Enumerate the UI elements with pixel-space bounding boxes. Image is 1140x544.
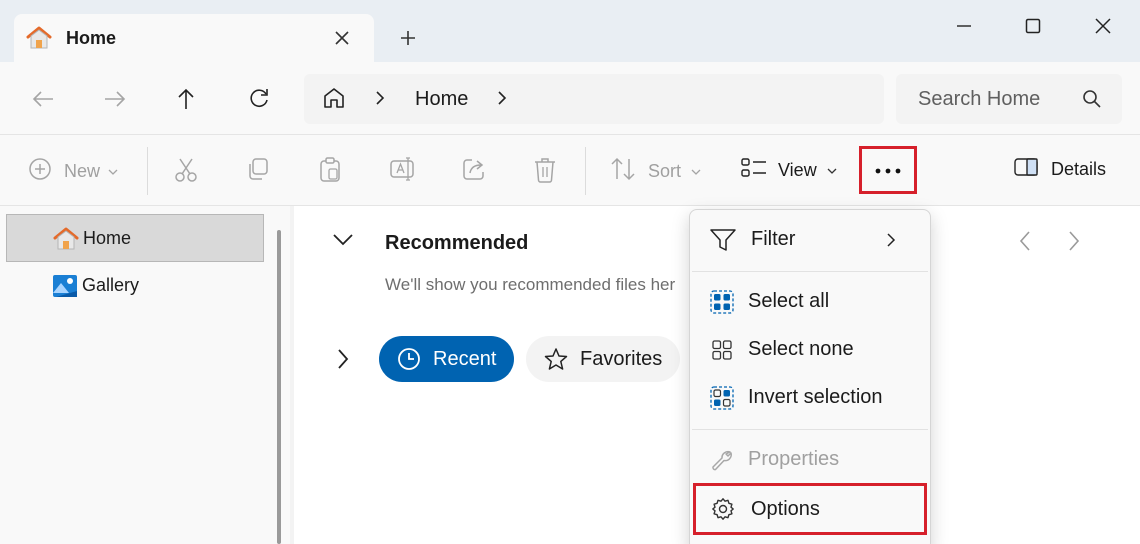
tab-home[interactable]: Home: [14, 14, 374, 62]
address-bar[interactable]: Home: [304, 74, 884, 124]
cut-icon[interactable]: [174, 157, 198, 183]
navigation-pane: Home Gallery: [0, 206, 290, 544]
see-more-menu: Filter Select all Select none Invert sel…: [689, 209, 931, 544]
gear-icon: [711, 497, 735, 526]
filter-icon: [710, 228, 736, 257]
chevron-right-icon: [886, 232, 896, 253]
chevron-down-icon: [108, 163, 118, 181]
chevron-right-icon[interactable]: [374, 89, 386, 112]
see-more-button[interactable]: [859, 146, 917, 194]
sidebar-item-label: Gallery: [82, 275, 140, 295]
sidebar-item-label: Home: [83, 228, 132, 248]
details-label: Details: [1051, 159, 1107, 179]
details-pane-icon: [1014, 157, 1038, 182]
tab-recent[interactable]: Recent: [379, 336, 514, 382]
close-tab-icon[interactable]: [330, 26, 354, 50]
chevron-right-icon[interactable]: [496, 89, 508, 112]
search-icon[interactable]: [1082, 89, 1102, 114]
tab-recent-label: Recent: [433, 347, 497, 370]
breadcrumb-home[interactable]: Home: [415, 88, 468, 111]
menu-item-select-none[interactable]: Select none: [690, 328, 928, 372]
view-button[interactable]: View: [741, 157, 837, 184]
tab-favorites[interactable]: Favorites: [526, 336, 680, 382]
back-arrow-icon[interactable]: [30, 86, 56, 112]
menu-item-label: Select none: [748, 338, 854, 360]
menu-item-options[interactable]: Options: [693, 483, 927, 535]
search-placeholder: Search Home: [918, 88, 1041, 110]
sidebar-scrollbar[interactable]: [277, 230, 281, 544]
home-outline-icon[interactable]: [322, 86, 346, 115]
menu-item-properties[interactable]: Properties: [690, 438, 928, 482]
forward-arrow-icon[interactable]: [102, 86, 128, 112]
chevron-down-icon: [827, 162, 837, 180]
star-icon: [544, 348, 568, 370]
chevron-down-icon[interactable]: [332, 232, 354, 251]
section-title: Recommended: [385, 232, 529, 254]
up-arrow-icon[interactable]: [173, 86, 199, 112]
plus-circle-icon: [28, 157, 52, 186]
sort-icon: [610, 157, 636, 186]
new-button[interactable]: New: [28, 157, 118, 186]
menu-item-label: Options: [751, 498, 820, 520]
wrench-icon: [710, 448, 734, 477]
sort-label: Sort: [648, 161, 682, 181]
toolbar-divider: [147, 147, 148, 195]
gallery-icon: [52, 274, 78, 303]
sidebar-item-gallery[interactable]: Gallery: [6, 262, 264, 310]
chevron-down-icon: [691, 163, 701, 181]
select-all-icon: [710, 290, 734, 319]
home-icon: [53, 227, 79, 256]
command-bar: New Sort View Details: [0, 135, 1140, 206]
delete-icon[interactable]: [534, 157, 556, 183]
tab-favorites-label: Favorites: [580, 347, 663, 370]
paste-icon[interactable]: [318, 157, 342, 183]
menu-divider: [692, 429, 928, 430]
menu-item-label: Properties: [748, 448, 840, 470]
menu-item-invert-selection[interactable]: Invert selection: [690, 376, 928, 420]
menu-item-label: Select all: [748, 290, 830, 312]
view-icon: [741, 157, 767, 184]
section-description: We'll show you recommended files her: [385, 275, 676, 294]
refresh-icon[interactable]: [246, 86, 272, 112]
title-bar: Home: [0, 0, 1140, 62]
view-label: View: [778, 160, 817, 180]
copy-icon[interactable]: [246, 157, 270, 181]
maximize-icon[interactable]: [1021, 14, 1045, 38]
search-input[interactable]: Search Home: [896, 74, 1122, 124]
menu-item-label: Filter: [751, 228, 796, 250]
toolbar-divider: [585, 147, 586, 195]
home-icon: [26, 26, 52, 55]
menu-divider: [692, 271, 928, 272]
new-tab-icon[interactable]: [396, 26, 420, 50]
clock-icon: [398, 348, 420, 370]
menu-item-filter[interactable]: Filter: [690, 218, 928, 262]
chevron-right-icon[interactable]: [1067, 230, 1081, 257]
sort-button[interactable]: Sort: [610, 157, 701, 186]
menu-item-label: Invert selection: [748, 386, 883, 408]
tab-title: Home: [66, 28, 117, 48]
share-icon[interactable]: [462, 157, 486, 181]
select-none-icon: [710, 338, 734, 367]
menu-item-select-all[interactable]: Select all: [690, 280, 928, 324]
navigation-bar: Home Search Home: [0, 62, 1140, 135]
chevron-right-icon[interactable]: [336, 348, 350, 375]
sidebar-item-home[interactable]: Home: [6, 214, 264, 262]
new-label: New: [64, 161, 101, 181]
more-options-icon: [875, 161, 901, 179]
file-explorer-window: Home Home Search Home New Sort View Deta…: [0, 0, 1140, 544]
invert-selection-icon: [710, 386, 734, 415]
chevron-left-icon[interactable]: [1018, 230, 1032, 257]
minimize-icon[interactable]: [952, 14, 976, 38]
details-button[interactable]: Details: [1014, 157, 1106, 182]
close-window-icon[interactable]: [1091, 14, 1115, 38]
rename-icon[interactable]: [390, 157, 416, 181]
